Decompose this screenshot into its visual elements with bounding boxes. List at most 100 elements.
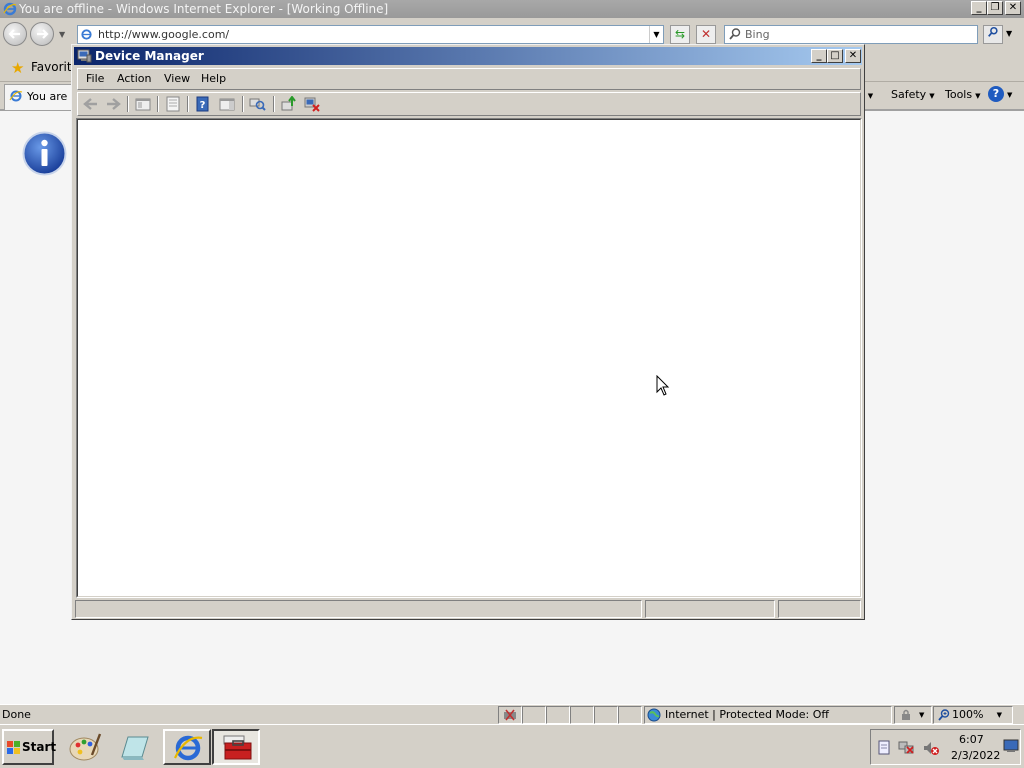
popup-blocker-cell[interactable]: ▼ — [894, 706, 932, 724]
ie-window-title: You are offline - Windows Internet Explo… — [19, 2, 389, 16]
menu-help[interactable]: Help — [201, 72, 226, 85]
update-driver-icon[interactable] — [280, 96, 298, 112]
toolbar-separator — [242, 96, 244, 112]
address-bar[interactable]: ▼ — [77, 25, 664, 44]
toolbox-icon — [223, 735, 252, 760]
page-ie-icon — [81, 29, 92, 40]
zoom-control[interactable]: 100% ▼ — [933, 706, 1013, 724]
device-manager-window: Device Manager _ □ ✕ File Action View He… — [71, 44, 865, 620]
chevron-down-icon: ▼ — [919, 711, 925, 719]
forward-icon[interactable] — [104, 96, 122, 112]
status-section — [645, 600, 775, 618]
clock-time[interactable]: 6:07 — [959, 733, 984, 746]
help-menu-button[interactable]: ? ▼ — [988, 86, 1012, 102]
search-options-dropdown[interactable]: ▼ — [1006, 29, 1012, 38]
tools-menu-label: Tools — [945, 88, 973, 101]
forward-button[interactable] — [30, 22, 54, 46]
device-tree-inner — [77, 119, 861, 597]
device-manager-title: Device Manager — [95, 49, 204, 63]
chevron-down-icon: ▼ — [996, 711, 1002, 719]
favorites-button[interactable]: ★ Favorite — [9, 57, 79, 77]
zoom-level: 100% — [952, 708, 984, 721]
start-button[interactable]: Start — [2, 729, 56, 765]
system-tray: 6:07 2/3/2022 — [870, 729, 1021, 765]
address-input[interactable] — [98, 27, 648, 42]
favorites-star-icon: ★ — [11, 59, 25, 77]
status-text: Done — [2, 708, 31, 721]
dm-maximize-button[interactable]: □ — [827, 49, 843, 63]
paint-quicklaunch-icon[interactable] — [68, 731, 102, 763]
toolbar-separator — [187, 96, 189, 112]
ie-restore-button[interactable]: ❐ — [987, 1, 1003, 15]
taskbar: Start 6:07 2/3/2022 — [0, 724, 1024, 768]
svg-text:?: ? — [200, 100, 206, 111]
zoom-icon — [938, 709, 950, 721]
ie-logo-icon — [3, 2, 17, 16]
show-hide-console-tree-icon[interactable] — [134, 96, 152, 112]
status-section — [778, 600, 861, 618]
device-manager-status-bar — [75, 600, 863, 618]
chevron-down-icon: ▼ — [1007, 91, 1013, 99]
action-pane-icon[interactable] — [218, 96, 236, 112]
network-disconnected-icon[interactable] — [898, 740, 916, 756]
menu-action[interactable]: Action — [117, 72, 151, 85]
status-offline-cell — [498, 706, 522, 724]
back-icon[interactable] — [82, 96, 100, 112]
refresh-button[interactable]: ⇆ — [670, 25, 690, 44]
toolbar-separator — [127, 96, 129, 112]
status-cell — [546, 706, 570, 724]
status-section — [75, 600, 642, 618]
back-button[interactable] — [3, 22, 27, 46]
status-cell — [594, 706, 618, 724]
dm-minimize-button[interactable]: _ — [811, 49, 827, 63]
help-icon: ? — [988, 86, 1004, 102]
chevron-down-icon: ▼ — [975, 92, 981, 100]
chevron-down-icon: ▼ — [867, 92, 874, 100]
taskbar-device-manager-button[interactable] — [212, 729, 260, 765]
ie-close-button[interactable]: ✕ — [1005, 1, 1021, 15]
search-go-button[interactable] — [983, 25, 1003, 44]
search-box[interactable] — [724, 25, 978, 44]
safety-menu-label: Safety — [891, 88, 927, 101]
status-cell — [522, 706, 546, 724]
taskbar-ie-button[interactable] — [163, 729, 211, 765]
zone-text: Internet | Protected Mode: Off — [665, 708, 829, 721]
search-input[interactable] — [745, 27, 965, 42]
offline-icon — [504, 709, 516, 721]
properties-icon[interactable] — [164, 96, 182, 112]
menu-view[interactable]: View — [164, 72, 190, 85]
device-manager-toolbar: ? — [77, 92, 861, 116]
clock-date[interactable]: 2/3/2022 — [951, 749, 1000, 762]
internet-explorer-icon — [174, 735, 203, 761]
tab-title: You are c — [27, 90, 77, 103]
menu-file[interactable]: File — [86, 72, 104, 85]
recent-pages-dropdown[interactable]: ▼ — [59, 30, 65, 39]
tray-document-icon[interactable] — [877, 740, 891, 756]
ie-minimize-button[interactable]: _ — [971, 1, 987, 15]
tab-ie-icon — [9, 90, 23, 102]
chevron-down-icon: ▼ — [929, 92, 935, 100]
toolbar-separator — [157, 96, 159, 112]
scan-for-hardware-changes-icon[interactable] — [249, 96, 267, 112]
volume-muted-icon[interactable] — [922, 740, 940, 756]
lock-icon — [902, 709, 910, 720]
uninstall-device-icon[interactable] — [303, 96, 321, 112]
security-zone[interactable]: Internet | Protected Mode: Off — [644, 706, 892, 724]
show-desktop-icon[interactable] — [1003, 739, 1019, 753]
information-icon — [22, 131, 67, 176]
back-arrow-icon — [8, 29, 20, 39]
address-dropdown-button[interactable]: ▼ — [649, 26, 663, 43]
device-tree-pane[interactable] — [76, 118, 862, 598]
safety-menu-button[interactable]: Safety ▼ — [891, 88, 935, 101]
forward-arrow-icon — [37, 29, 49, 39]
help-icon[interactable]: ? — [194, 96, 212, 112]
dm-close-button[interactable]: ✕ — [845, 49, 861, 63]
tools-menu-button[interactable]: Tools ▼ — [945, 88, 981, 101]
status-cell — [570, 706, 594, 724]
notepad-quicklaunch-icon[interactable] — [118, 731, 152, 763]
mouse-cursor-icon — [656, 375, 670, 396]
stop-button[interactable]: ✕ — [696, 25, 716, 44]
globe-icon — [647, 708, 661, 722]
windows-logo-icon — [7, 741, 20, 754]
toolbar-separator — [273, 96, 275, 112]
